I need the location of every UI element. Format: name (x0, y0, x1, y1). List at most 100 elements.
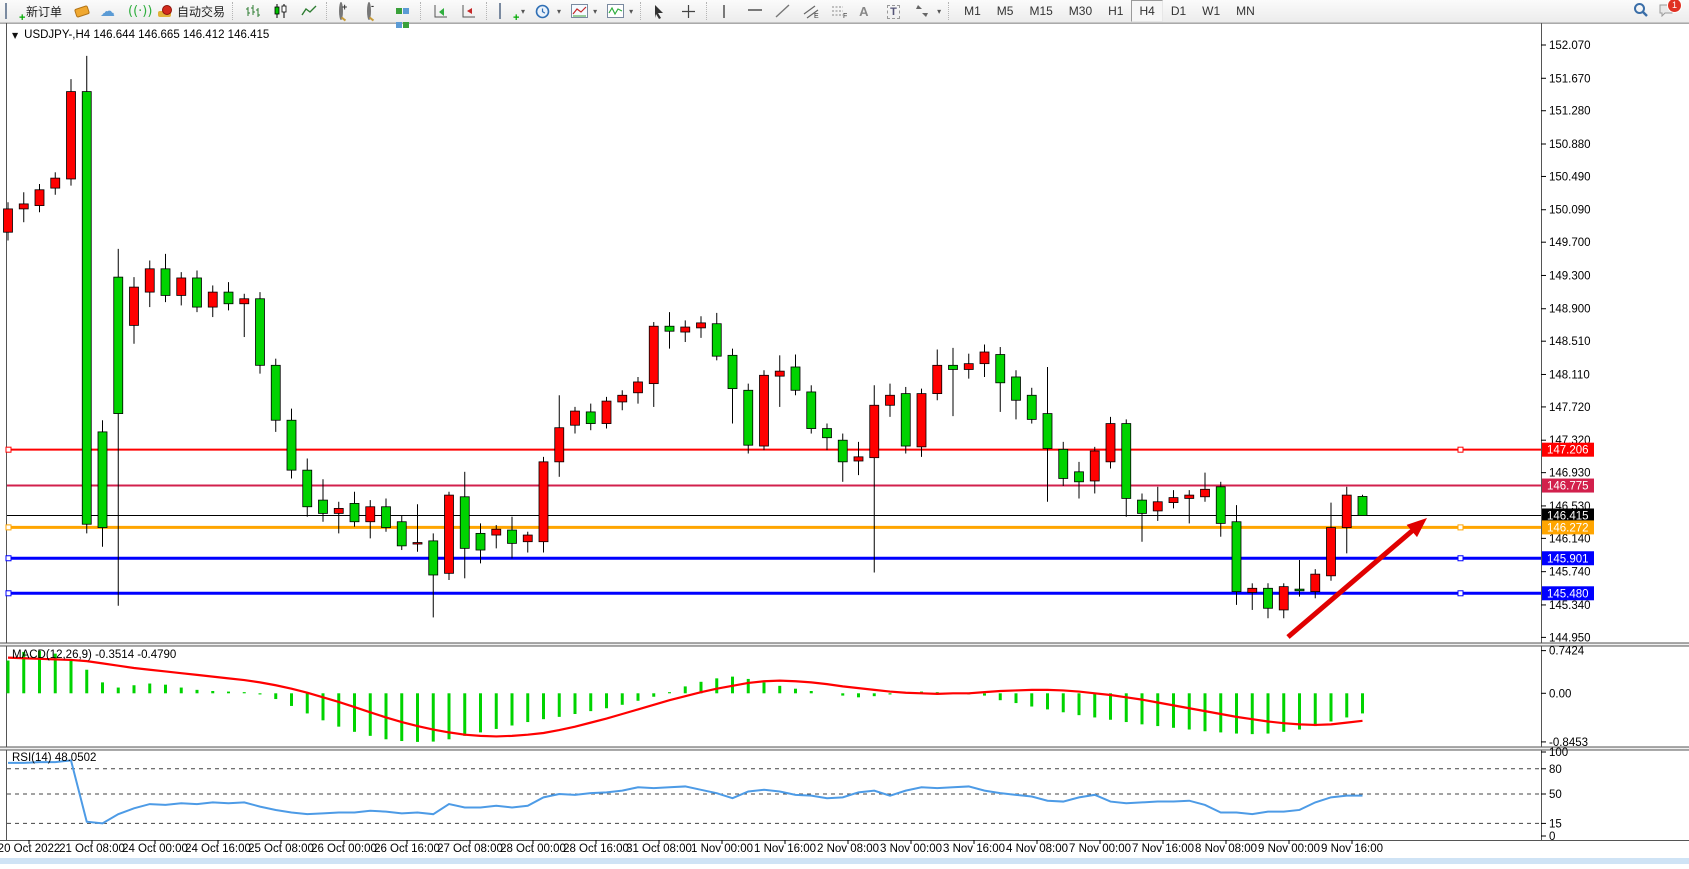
timeframe-m30[interactable]: M30 (1061, 0, 1100, 22)
hline-handle-left[interactable] (6, 556, 11, 561)
period-menu-button[interactable]: ▾ (530, 1, 566, 21)
hline-handle-left[interactable] (6, 525, 11, 530)
toolbar-separator (486, 2, 492, 20)
chart-shift-button[interactable] (456, 1, 484, 21)
date-label: 20 Oct 2022 (0, 843, 60, 855)
equidistant-channel-icon: E (803, 4, 821, 19)
hline-handle-left[interactable] (6, 447, 11, 452)
hline-handle-right[interactable] (1458, 556, 1463, 561)
candle-body (256, 299, 265, 366)
notifications-button[interactable]: 1 (1659, 3, 1675, 20)
toolbar-separator (232, 2, 238, 20)
new-chart-button[interactable]: +▾ (494, 1, 530, 21)
crosshair-tool-button[interactable] (676, 1, 704, 21)
indicators-menu-button[interactable]: ▾ (602, 1, 638, 21)
toolbar-separator (640, 2, 646, 20)
timeframe-mn[interactable]: MN (1228, 0, 1263, 22)
autotrade-button[interactable]: 自动交易 (151, 1, 230, 21)
hline-handle-left[interactable] (6, 591, 11, 596)
crayon-icon (72, 4, 90, 19)
shapes-tool-button[interactable]: ▾ (910, 1, 946, 21)
date-label: 26 Oct 00:00 (311, 843, 377, 855)
channel-tool-button[interactable]: E (798, 1, 826, 21)
candle-body (1106, 424, 1115, 462)
date-label: 8 Nov 08:00 (1195, 843, 1257, 855)
horizontal-scrollbar[interactable] (0, 858, 1689, 864)
candlestick-mode-button[interactable] (268, 1, 296, 21)
timeframe-m15[interactable]: M15 (1021, 0, 1060, 22)
candle-body (224, 292, 233, 304)
hline-tool-button[interactable] (742, 1, 770, 21)
chart-title: ▼ USDJPY-,H4 146.644 146.665 146.412 146… (12, 29, 269, 41)
trendline-tool-button[interactable] (770, 1, 798, 21)
bar-chart-icon (245, 4, 263, 19)
candle-body (791, 367, 800, 390)
search-button[interactable] (1633, 2, 1649, 21)
price-tick-label: 145.340 (1549, 600, 1591, 612)
new-chart-icon: + (499, 4, 517, 19)
timeframe-w1[interactable]: W1 (1194, 0, 1228, 22)
candle-body (1012, 377, 1021, 400)
algo-cloud-button[interactable]: ☁ (95, 1, 123, 21)
template-menu-button[interactable]: ▾ (566, 1, 602, 21)
price-line-badge-label: 146.775 (1547, 481, 1589, 493)
candle-body (98, 432, 107, 528)
date-label: 28 Oct 16:00 (563, 843, 629, 855)
timeframe-h1[interactable]: H1 (1100, 0, 1131, 22)
vline-tool-button[interactable] (714, 1, 742, 21)
main-toolbar: + 新订单 ☁ ((·)) 自动交易 + - +▾ ▾ ▾ (0, 0, 1689, 23)
hline-handle-right[interactable] (1458, 525, 1463, 530)
text-tool-button[interactable]: A (854, 1, 882, 21)
candle-body (445, 495, 454, 573)
candle-body (823, 429, 832, 438)
label-tool-button[interactable]: T (882, 1, 910, 21)
timeframe-m5[interactable]: M5 (989, 0, 1022, 22)
tile-windows-button[interactable] (390, 1, 418, 21)
timeframe-h4[interactable]: H4 (1131, 0, 1162, 22)
date-label: 4 Nov 08:00 (1006, 843, 1068, 855)
date-label: 26 Oct 16:00 (374, 843, 440, 855)
styler-button[interactable] (67, 1, 95, 21)
price-tick-label: 150.880 (1549, 139, 1591, 151)
auto-scroll-button[interactable] (428, 1, 456, 21)
line-chart-mode-button[interactable] (296, 1, 324, 21)
rsi-scale-label: 15 (1549, 818, 1562, 830)
hline-handle-right[interactable] (1458, 447, 1463, 452)
date-label: 27 Oct 08:00 (437, 843, 503, 855)
date-label: 3 Nov 16:00 (943, 843, 1005, 855)
zoom-out-button[interactable]: - (362, 1, 390, 21)
candle-body (681, 327, 690, 332)
candle-body (382, 507, 391, 528)
new-order-button[interactable]: + 新订单 (0, 1, 67, 21)
price-tick-label: 149.700 (1549, 237, 1591, 249)
signal-button[interactable]: ((·)) (123, 1, 151, 21)
bar-chart-mode-button[interactable] (240, 1, 268, 21)
date-label: 31 Oct 08:00 (626, 843, 692, 855)
fibonacci-icon: F (831, 4, 849, 19)
rsi-label: RSI(14) 48.0502 (12, 752, 96, 764)
candle-body (571, 411, 580, 425)
price-tick-label: 147.720 (1549, 402, 1591, 414)
candle-body (240, 299, 249, 304)
hline-handle-right[interactable] (1458, 591, 1463, 596)
text-icon: A (859, 4, 877, 19)
cursor-tool-button[interactable] (648, 1, 676, 21)
candle-body (1201, 489, 1210, 496)
timeframe-d1[interactable]: D1 (1163, 0, 1194, 22)
rsi-scale-label: 80 (1549, 764, 1562, 776)
candle-body (602, 401, 611, 423)
candle-body (1059, 449, 1068, 478)
collapse-triangle-icon[interactable]: ▼ (12, 31, 18, 40)
candle-body (492, 529, 501, 535)
toolbar-separator (948, 2, 954, 20)
price-line-badge-label: 145.901 (1547, 553, 1589, 565)
cloud-icon: ☁ (100, 4, 118, 19)
fibonacci-tool-button[interactable]: F (826, 1, 854, 21)
date-label: 24 Oct 00:00 (122, 843, 188, 855)
date-label: 2 Nov 08:00 (817, 843, 879, 855)
zoom-in-button[interactable]: + (334, 1, 362, 21)
timeframe-m1[interactable]: M1 (956, 0, 989, 22)
candle-body (949, 365, 958, 369)
candle-body (1327, 528, 1336, 576)
date-label: 9 Nov 16:00 (1321, 843, 1383, 855)
